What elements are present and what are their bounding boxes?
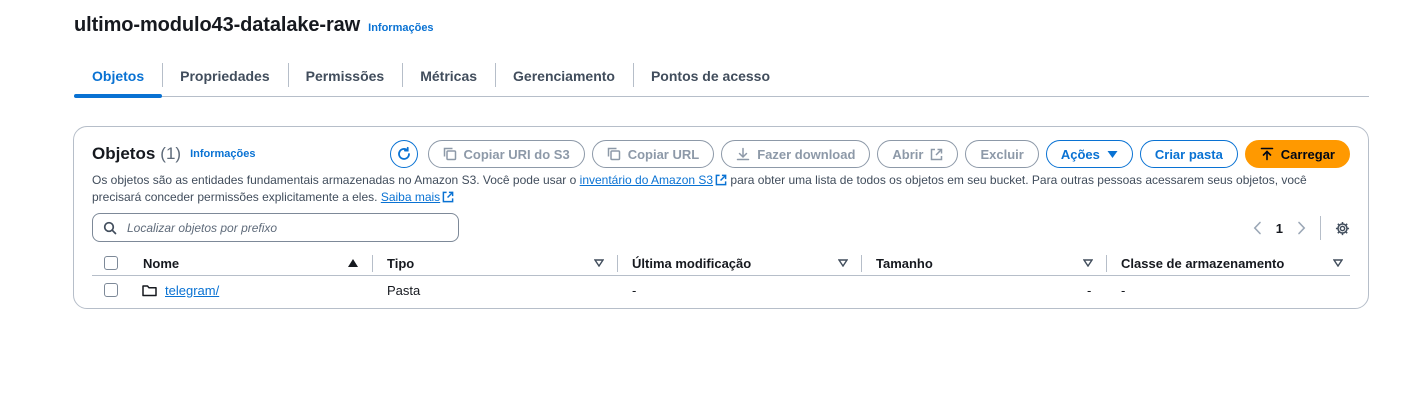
table-header: Nome Tipo Última modificação Tamanho Cla… xyxy=(92,251,1350,276)
page-header: ultimo-modulo43-datalake-raw Informações xyxy=(74,14,434,37)
tab-gerenciamento[interactable]: Gerenciamento xyxy=(495,56,633,97)
row-type: Pasta xyxy=(387,282,421,298)
tab-metricas[interactable]: Métricas xyxy=(402,56,495,97)
search-input[interactable] xyxy=(125,219,445,236)
pager-divider xyxy=(1320,216,1321,240)
upload-icon xyxy=(1260,147,1274,161)
table-row: telegram/ Pasta - - - xyxy=(92,276,1350,304)
download-icon xyxy=(736,147,750,161)
col-header-name[interactable]: Nome xyxy=(143,251,179,275)
upload-label: Carregar xyxy=(1280,146,1335,162)
tab-objetos[interactable]: Objetos xyxy=(74,56,163,98)
objects-table: Nome Tipo Última modificação Tamanho Cla… xyxy=(92,251,1350,304)
copy-url-button[interactable]: Copiar URL xyxy=(591,140,715,168)
caret-down-icon xyxy=(1107,150,1118,158)
download-button[interactable]: Fazer download xyxy=(721,140,871,168)
sort-icon[interactable] xyxy=(1333,251,1343,275)
open-label: Abrir xyxy=(892,146,924,162)
description-text-1: Os objetos são as entidades fundamentais… xyxy=(92,173,580,187)
actions-dropdown[interactable]: Ações xyxy=(1045,140,1133,168)
row-storage-class: - xyxy=(1121,282,1126,298)
column-divider xyxy=(372,255,373,272)
create-folder-button[interactable]: Criar pasta xyxy=(1139,140,1238,168)
folder-icon xyxy=(142,284,157,296)
upload-button[interactable]: Carregar xyxy=(1244,140,1350,168)
open-button[interactable]: Abrir xyxy=(877,140,959,168)
chevron-left-icon[interactable] xyxy=(1253,221,1262,235)
select-all-checkbox[interactable] xyxy=(104,256,118,270)
object-count: (1) xyxy=(160,144,182,163)
column-divider xyxy=(1106,255,1107,272)
s3-inventory-link[interactable]: inventário do Amazon S3 xyxy=(580,173,713,187)
col-header-modified[interactable]: Última modificação xyxy=(632,251,751,275)
copy-url-label: Copiar URL xyxy=(627,146,700,162)
row-name-cell: telegram/ xyxy=(142,276,219,304)
column-divider xyxy=(617,255,618,272)
col-header-type[interactable]: Tipo xyxy=(387,251,414,275)
row-select-cell xyxy=(104,276,118,304)
object-name-link[interactable]: telegram/ xyxy=(165,283,219,298)
search-icon xyxy=(103,221,117,234)
learn-more-link[interactable]: Saiba mais xyxy=(381,190,440,204)
row-size: - xyxy=(1087,282,1092,298)
panel-header: Objetos (1) Informações Copiar URI do S3 xyxy=(92,140,1350,168)
actions-label: Ações xyxy=(1060,146,1100,162)
page-number[interactable]: 1 xyxy=(1276,221,1283,236)
delete-label: Excluir xyxy=(980,146,1024,162)
tab-pontos-de-acesso[interactable]: Pontos de acesso xyxy=(632,56,788,97)
chevron-right-icon[interactable] xyxy=(1297,221,1306,235)
copy-s3-uri-label: Copiar URI do S3 xyxy=(463,146,570,162)
column-divider xyxy=(861,255,862,272)
refresh-icon xyxy=(397,146,410,160)
col-header-size[interactable]: Tamanho xyxy=(876,251,933,275)
header-info-link[interactable]: Informações xyxy=(368,22,433,34)
tab-permissoes[interactable]: Permissões xyxy=(287,56,403,97)
tab-propriedades[interactable]: Propriedades xyxy=(162,56,287,97)
sort-icon[interactable] xyxy=(594,251,604,275)
tab-bar: Objetos Propriedades Permissões Métricas… xyxy=(74,56,1369,98)
external-link-icon xyxy=(442,191,454,203)
sort-ascending-icon[interactable] xyxy=(348,251,358,275)
col-header-storage-class[interactable]: Classe de armazenamento xyxy=(1121,251,1284,275)
objects-panel: Objetos (1) Informações Copiar URI do S3 xyxy=(73,126,1369,309)
sort-icon[interactable] xyxy=(838,251,848,275)
sort-icon[interactable] xyxy=(1083,251,1093,275)
search-box xyxy=(92,213,459,242)
gear-icon[interactable] xyxy=(1335,221,1350,236)
panel-actions: Copiar URI do S3 Copiar URL Fazer downlo… xyxy=(389,140,1350,168)
select-all-cell xyxy=(104,251,118,275)
delete-button[interactable]: Excluir xyxy=(965,140,1039,168)
pagination: 1 xyxy=(1253,215,1350,241)
panel-info-link[interactable]: Informações xyxy=(190,148,255,160)
create-folder-label: Criar pasta xyxy=(1154,146,1223,162)
external-link-icon xyxy=(715,174,727,186)
copy-s3-uri-button[interactable]: Copiar URI do S3 xyxy=(427,140,585,168)
copy-icon xyxy=(443,147,456,161)
refresh-button[interactable] xyxy=(389,140,418,168)
panel-description: Os objetos são as entidades fundamentais… xyxy=(92,172,1348,206)
copy-icon xyxy=(607,147,620,161)
row-checkbox[interactable] xyxy=(104,283,118,297)
download-label: Fazer download xyxy=(757,146,856,162)
page-title: ultimo-modulo43-datalake-raw xyxy=(74,14,361,36)
panel-title: Objetos xyxy=(92,144,156,163)
external-link-icon xyxy=(931,148,943,160)
row-last-modified: - xyxy=(632,282,637,298)
